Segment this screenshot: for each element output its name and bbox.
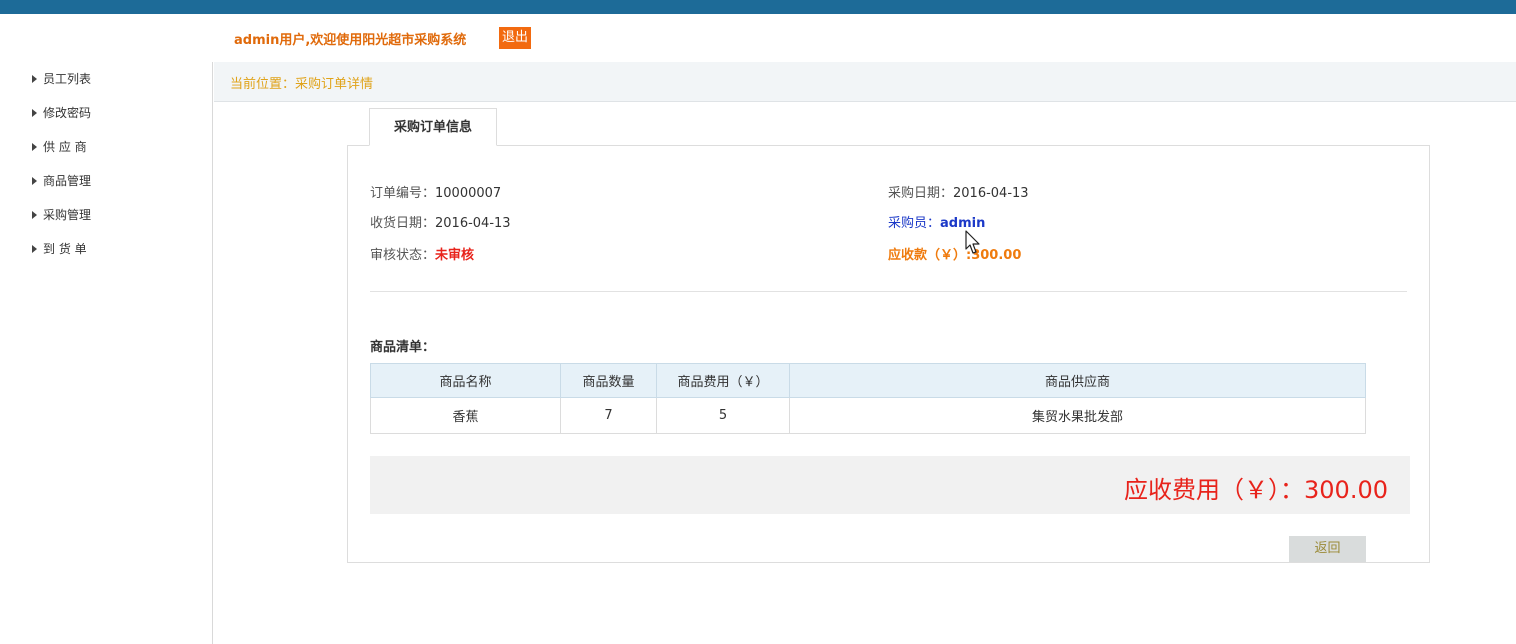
total-label: 应收费用（￥）： (1124, 476, 1305, 504)
buyer-value: admin (940, 216, 986, 231)
goods-table: 商品名称 商品数量 商品费用（￥） 商品供应商 香蕉 7 5 集贸水果批发部 (370, 363, 1366, 434)
total-value: 300.00 (1304, 476, 1388, 504)
status-label: 审核状态： (370, 248, 436, 263)
triangle-right-icon (32, 245, 37, 253)
column-header-quantity: 商品数量 (560, 363, 657, 398)
mouse-pointer-icon (965, 230, 980, 254)
cell-cost: 5 (656, 397, 790, 434)
receive-date-field: 收货日期：2016-04-13 (370, 212, 511, 231)
receive-date-label: 收货日期： (370, 216, 436, 231)
sidebar-item-purchase-management[interactable]: 采购管理 (32, 205, 91, 225)
goods-list-title: 商品清单： (370, 340, 436, 355)
sidebar-item-label: 采购管理 (43, 208, 92, 222)
triangle-right-icon (32, 211, 37, 219)
receivable-field: 应收款（￥）:300.00 (888, 244, 1021, 263)
sidebar: 员工列表 修改密码 供 应 商 商品管理 采购管理 到 货 单 (0, 62, 213, 644)
top-bar (0, 0, 1516, 14)
receive-date-value: 2016-04-13 (435, 216, 511, 231)
column-header-supplier: 商品供应商 (789, 363, 1366, 398)
logout-button[interactable]: 退出 (499, 27, 532, 49)
triangle-right-icon (32, 109, 37, 117)
status-badge: 未审核 (435, 248, 475, 263)
total-box: 应收费用（￥）：300.00 (370, 456, 1410, 514)
status-field: 审核状态：未审核 (370, 244, 474, 263)
welcome-text: admin用户,欢迎使用阳光超市采购系统 (234, 33, 467, 48)
breadcrumb-bar: 当前位置：采购订单详情 (214, 62, 1516, 102)
total-amount: 应收费用（￥）：300.00 (1124, 470, 1388, 505)
purchase-date-field: 采购日期：2016-04-13 (888, 182, 1029, 201)
column-header-goods-name: 商品名称 (370, 363, 561, 398)
sidebar-item-suppliers[interactable]: 供 应 商 (32, 137, 87, 157)
cell-supplier: 集贸水果批发部 (789, 397, 1366, 434)
triangle-right-icon (32, 143, 37, 151)
breadcrumb: 当前位置：采购订单详情 (230, 77, 374, 92)
sidebar-item-employee-list[interactable]: 员工列表 (32, 69, 91, 89)
cell-quantity: 7 (560, 397, 657, 434)
tab-order-info[interactable]: 采购订单信息 (369, 108, 497, 146)
sidebar-item-change-password[interactable]: 修改密码 (32, 103, 91, 123)
purchase-date-label: 采购日期： (888, 186, 954, 201)
sidebar-item-label: 修改密码 (43, 106, 92, 120)
order-number-field: 订单编号：10000007 (370, 182, 501, 201)
sidebar-item-goods-management[interactable]: 商品管理 (32, 171, 91, 191)
order-number-value: 10000007 (435, 186, 502, 201)
sidebar-item-label: 供 应 商 (43, 140, 87, 154)
table-row: 香蕉 7 5 集贸水果批发部 (370, 397, 1366, 434)
section-divider (370, 291, 1407, 292)
cell-goods-name: 香蕉 (370, 397, 561, 434)
sidebar-item-label: 到 货 单 (43, 242, 87, 256)
back-button[interactable]: 返回 (1289, 536, 1366, 562)
triangle-right-icon (32, 75, 37, 83)
triangle-right-icon (32, 177, 37, 185)
buyer-field: 采购员：admin (888, 212, 985, 231)
purchase-date-value: 2016-04-13 (953, 186, 1029, 201)
table-header-row: 商品名称 商品数量 商品费用（￥） 商品供应商 (370, 363, 1366, 398)
sidebar-item-arrival-orders[interactable]: 到 货 单 (32, 239, 87, 259)
order-number-label: 订单编号： (370, 186, 436, 201)
buyer-label: 采购员： (888, 216, 941, 231)
column-header-cost: 商品费用（￥） (656, 363, 790, 398)
sidebar-item-label: 员工列表 (43, 72, 92, 86)
sidebar-item-label: 商品管理 (43, 174, 92, 188)
header: admin用户,欢迎使用阳光超市采购系统 退出 (0, 14, 1516, 62)
receivable-label: 应收款（￥）: (888, 248, 972, 263)
